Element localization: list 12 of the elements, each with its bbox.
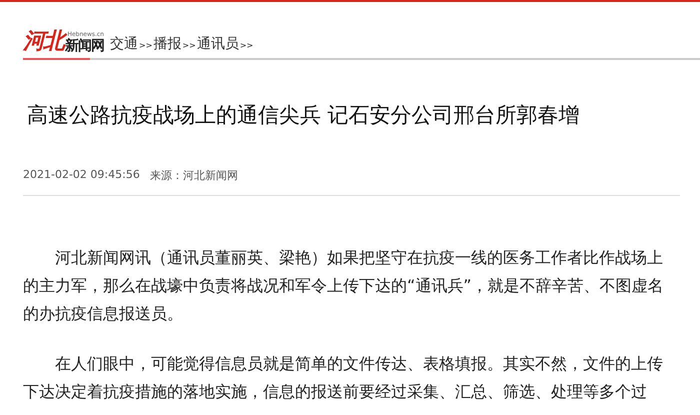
- logo-name: 新闻网: [65, 38, 104, 54]
- article-paragraph: 在人们眼中，可能觉得信息员就是简单的文件传达、表格填报。其实不然，文件的上传下达决定着抗疫措施的落地实施，信息的报送前要经过采集、汇总、筛选、处理等多个过: [23, 353, 664, 403]
- breadcrumb-link[interactable]: 通讯员: [196, 35, 239, 53]
- publish-date: 2021-02-02 09:45:56: [23, 168, 140, 183]
- article-title: 高速公路抗疫战场上的通信尖兵 记石安分公司邢台所郭春增: [27, 102, 581, 129]
- breadcrumb-separator: >>: [139, 41, 152, 50]
- breadcrumb-separator: >>: [182, 41, 196, 50]
- breadcrumb-link[interactable]: 播报: [153, 35, 182, 53]
- breadcrumb-separator: >>: [240, 41, 254, 50]
- breadcrumb-link[interactable]: 交通: [110, 35, 138, 53]
- article-paragraph: 河北新闻网讯（通讯员董丽英、梁艳）如果把坚守在抗疫一线的医务工作者比作战场上的主力军，那么在战壕中负责将战况和军令上传下达的“通讯兵”，就是不辞辛苦、不图虚名的办抗疫信息报送员。: [23, 247, 665, 325]
- article-source: 来源：河北新闻网: [150, 168, 238, 183]
